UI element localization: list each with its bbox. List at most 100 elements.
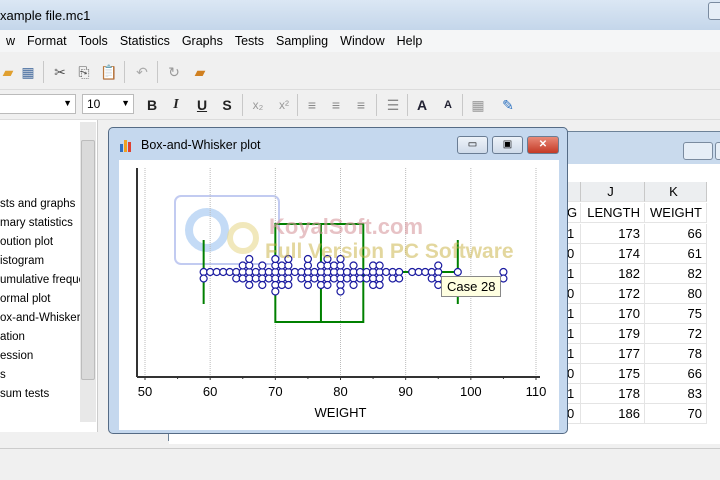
subscript-button[interactable]: x₂ — [250, 97, 266, 113]
font-name-select[interactable]: ▼ — [0, 94, 76, 114]
undo-icon[interactable]: ↶ — [134, 64, 150, 80]
redo-icon[interactable]: ↻ — [166, 64, 182, 80]
data-point — [375, 280, 384, 290]
nav-item[interactable]: oution plot — [0, 236, 53, 248]
data-point — [323, 280, 332, 290]
bold-button[interactable]: B — [144, 97, 160, 113]
data-point — [245, 254, 254, 264]
table-cell[interactable]: 1 — [567, 304, 581, 324]
x-tick-label: 90 — [398, 384, 412, 399]
table-cell[interactable]: 1 — [567, 384, 581, 404]
nav-item[interactable]: sum tests — [0, 388, 49, 400]
data-point — [271, 287, 280, 296]
grow-font-button[interactable]: A — [414, 97, 430, 113]
table-cell[interactable]: 186 — [581, 404, 645, 424]
table-cell[interactable]: 78 — [645, 344, 707, 364]
nav-item[interactable]: ession — [0, 350, 33, 362]
nav-item[interactable]: sts and graphs — [0, 198, 75, 210]
strikethrough-button[interactable]: S — [219, 97, 235, 113]
table-cell[interactable]: 1 — [567, 224, 581, 244]
table-cell[interactable]: 0 — [567, 284, 581, 304]
menu-help[interactable]: Help — [391, 30, 429, 52]
copy-icon[interactable]: ⎘ — [76, 64, 92, 80]
list-icon[interactable]: ☰ — [385, 97, 401, 113]
table-cell[interactable]: 0 — [567, 244, 581, 264]
table-cell[interactable]: 0 — [567, 364, 581, 384]
open-icon[interactable]: ▰ — [0, 64, 16, 80]
maximize-button[interactable]: ▣ — [492, 136, 523, 154]
plot-window-title: Box-and-Whisker plot — [141, 138, 261, 152]
shrink-font-button[interactable]: A — [440, 97, 456, 113]
variable-name-cell[interactable]: WEIGHT — [645, 203, 707, 223]
align-center-icon[interactable]: ≡ — [328, 97, 344, 113]
navigation-scrollbar[interactable] — [80, 122, 96, 422]
table-cell[interactable]: 1 — [567, 264, 581, 284]
table-cell[interactable]: 179 — [581, 324, 645, 344]
nav-item[interactable]: umulative freque — [0, 274, 85, 286]
menu-window[interactable]: Window — [334, 30, 390, 52]
table-cell[interactable]: 1 — [567, 324, 581, 344]
menu-graphs[interactable]: Graphs — [176, 30, 229, 52]
minimize-button[interactable] — [683, 142, 713, 160]
table-cell[interactable]: 1 — [567, 344, 581, 364]
nav-item-box-whisker[interactable]: ox-and-Whisker — [0, 312, 81, 324]
variable-name-cell[interactable]: LENGTH — [581, 203, 645, 223]
menu-statistics[interactable]: Statistics — [114, 30, 176, 52]
nav-item[interactable]: s — [0, 369, 6, 381]
menu-view[interactable]: w — [0, 30, 21, 52]
table-cell[interactable]: 172 — [581, 284, 645, 304]
table-cell[interactable]: 173 — [581, 224, 645, 244]
font-size-select[interactable]: 10 ▼ — [82, 94, 134, 114]
close-button[interactable]: ✕ — [527, 136, 559, 154]
table-cell[interactable]: 182 — [581, 264, 645, 284]
nav-item[interactable]: mary statistics — [0, 217, 73, 229]
menu-sampling[interactable]: Sampling — [270, 30, 334, 52]
table-format-icon[interactable]: ▦ — [470, 97, 486, 113]
align-left-icon[interactable]: ≡ — [304, 97, 320, 113]
table-cell[interactable]: 80 — [645, 284, 707, 304]
nav-item[interactable]: ation — [0, 331, 25, 343]
superscript-button[interactable]: x² — [276, 97, 292, 113]
table-cell[interactable]: 175 — [581, 364, 645, 384]
table-cell[interactable]: 72 — [645, 324, 707, 344]
minimize-button[interactable]: ▭ — [457, 136, 488, 154]
data-point — [303, 280, 313, 290]
table-cell[interactable]: 66 — [645, 224, 707, 244]
table-cell[interactable]: 70 — [645, 404, 707, 424]
data-point — [453, 267, 462, 277]
cut-icon[interactable]: ✂ — [52, 64, 68, 80]
table-cell[interactable]: 174 — [581, 244, 645, 264]
column-header[interactable]: J — [581, 182, 645, 202]
table-cell[interactable]: 82 — [645, 264, 707, 284]
paste-icon[interactable]: 📋 — [100, 64, 117, 80]
table-cell[interactable]: 178 — [581, 384, 645, 404]
table-cell[interactable]: 61 — [645, 244, 707, 264]
table-cell[interactable]: 170 — [581, 304, 645, 324]
save-icon[interactable]: ▰ — [192, 64, 208, 80]
underline-button[interactable]: U — [194, 97, 210, 113]
menu-tests[interactable]: Tests — [229, 30, 270, 52]
scrollbar-thumb[interactable] — [81, 140, 95, 380]
separator — [376, 94, 377, 116]
table-cell[interactable]: 0 — [567, 404, 581, 424]
italic-button[interactable]: I — [168, 97, 184, 113]
watermark-gear-icon — [227, 222, 259, 254]
nav-item[interactable]: istogram — [0, 255, 44, 267]
table-cell[interactable]: 75 — [645, 304, 707, 324]
column-header[interactable]: K — [645, 182, 707, 202]
table-icon[interactable]: ▦ — [20, 64, 36, 80]
column-header[interactable] — [567, 182, 581, 202]
maximize-button[interactable] — [715, 142, 720, 160]
menu-format[interactable]: Format — [21, 30, 73, 52]
status-bar — [0, 448, 720, 480]
table-cell[interactable]: 83 — [645, 384, 707, 404]
menu-tools[interactable]: Tools — [73, 30, 114, 52]
table-cell[interactable]: 66 — [645, 364, 707, 384]
minimize-button[interactable] — [708, 2, 720, 20]
chart-edit-icon[interactable]: ✎ — [500, 97, 516, 113]
variable-name-cell[interactable]: G — [567, 203, 581, 223]
table-cell[interactable]: 177 — [581, 344, 645, 364]
x-axis-label: WEIGHT — [315, 405, 367, 420]
align-right-icon[interactable]: ≡ — [353, 97, 369, 113]
nav-item[interactable]: ormal plot — [0, 293, 51, 305]
